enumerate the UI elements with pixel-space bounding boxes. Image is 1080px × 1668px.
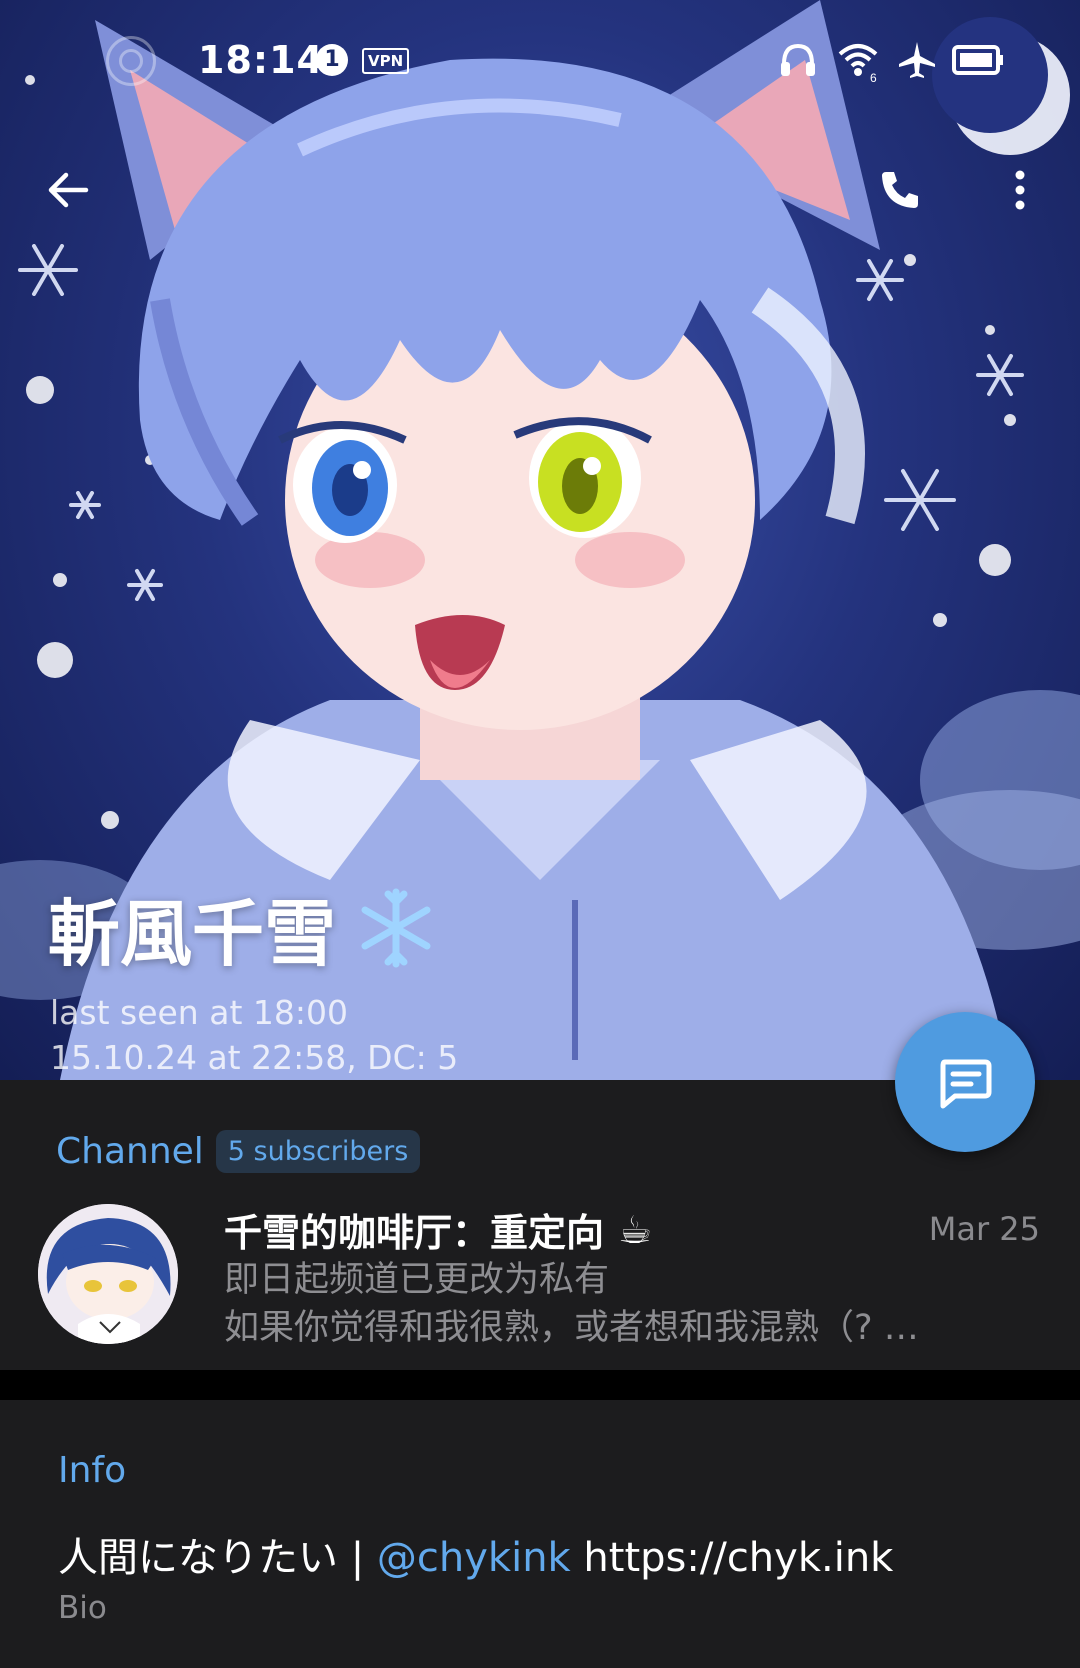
wifi-icon: 6	[838, 44, 878, 82]
channel-name: 千雪的咖啡厅：重定向 ☕	[224, 1202, 652, 1257]
notification-count-badge: 1	[316, 44, 348, 76]
channel-header: Channel 5 subscribers	[56, 1130, 421, 1173]
bio-label: Bio	[58, 1590, 107, 1626]
profile-photo[interactable]: 18:14 1 VPN 6 斬風千雪 last seen at 18:00 15…	[0, 0, 1080, 1080]
info-section-title: Info	[58, 1450, 127, 1491]
profile-name: 斬風千雪	[48, 875, 438, 980]
info-card: Info 人間になりたい | @chykink https://chyk.ink…	[0, 1400, 1080, 1668]
status-bar: 18:14 1 VPN 6	[0, 28, 1080, 92]
status-time: 18:14	[198, 38, 324, 82]
svg-text:6: 6	[870, 71, 877, 82]
profile-name-text: 斬風千雪	[48, 892, 337, 976]
headset-icon	[781, 43, 815, 76]
channel-avatar-image	[38, 1204, 178, 1344]
arrow-left-icon	[48, 172, 89, 208]
bio-text[interactable]: 人間になりたい | @chykink https://chyk.ink	[58, 1525, 893, 1583]
subscribers-badge: 5 subscribers	[215, 1130, 421, 1173]
screen-record-icon	[106, 36, 156, 86]
snowflake-emoji-icon	[361, 888, 431, 967]
profile-status: last seen at 18:00 15.10.24 at 22:58, DC…	[50, 990, 458, 1080]
channel-message-line-2: 如果你觉得和我很熟，或者想和我混熟（? …	[224, 1308, 919, 1348]
vpn-icon: VPN	[362, 48, 410, 74]
last-seen-text: last seen at 18:00	[50, 993, 348, 1032]
send-message-fab[interactable]	[895, 1012, 1035, 1152]
message-icon	[940, 1059, 992, 1109]
battery-icon	[952, 45, 1003, 75]
bio-mention-link[interactable]: @chykink	[377, 1535, 571, 1581]
airplane-mode-icon	[899, 42, 935, 78]
more-menu-button[interactable]	[984, 154, 1056, 226]
phone-icon	[882, 172, 918, 208]
back-button[interactable]	[32, 154, 104, 226]
more-vertical-icon	[1015, 170, 1025, 210]
profile-meta-text: 15.10.24 at 22:58, DC: 5	[50, 1038, 459, 1077]
channel-date: Mar 25	[928, 1210, 1040, 1248]
channel-avatar	[38, 1204, 178, 1344]
channel-last-message: 即日起频道已更改为私有 如果你觉得和我很熟，或者想和我混熟（? …	[224, 1256, 984, 1352]
bio-url-link[interactable]: https://chyk.ink	[571, 1535, 893, 1581]
coffee-emoji-icon: ☕	[618, 1207, 653, 1252]
channel-name-text: 千雪的咖啡厅：重定向	[224, 1211, 605, 1255]
call-button[interactable]	[864, 154, 936, 226]
bio-prefix: 人間になりたい |	[58, 1535, 377, 1581]
channel-message-line-1: 即日起频道已更改为私有	[224, 1260, 610, 1300]
channel-section-title: Channel	[56, 1131, 204, 1172]
